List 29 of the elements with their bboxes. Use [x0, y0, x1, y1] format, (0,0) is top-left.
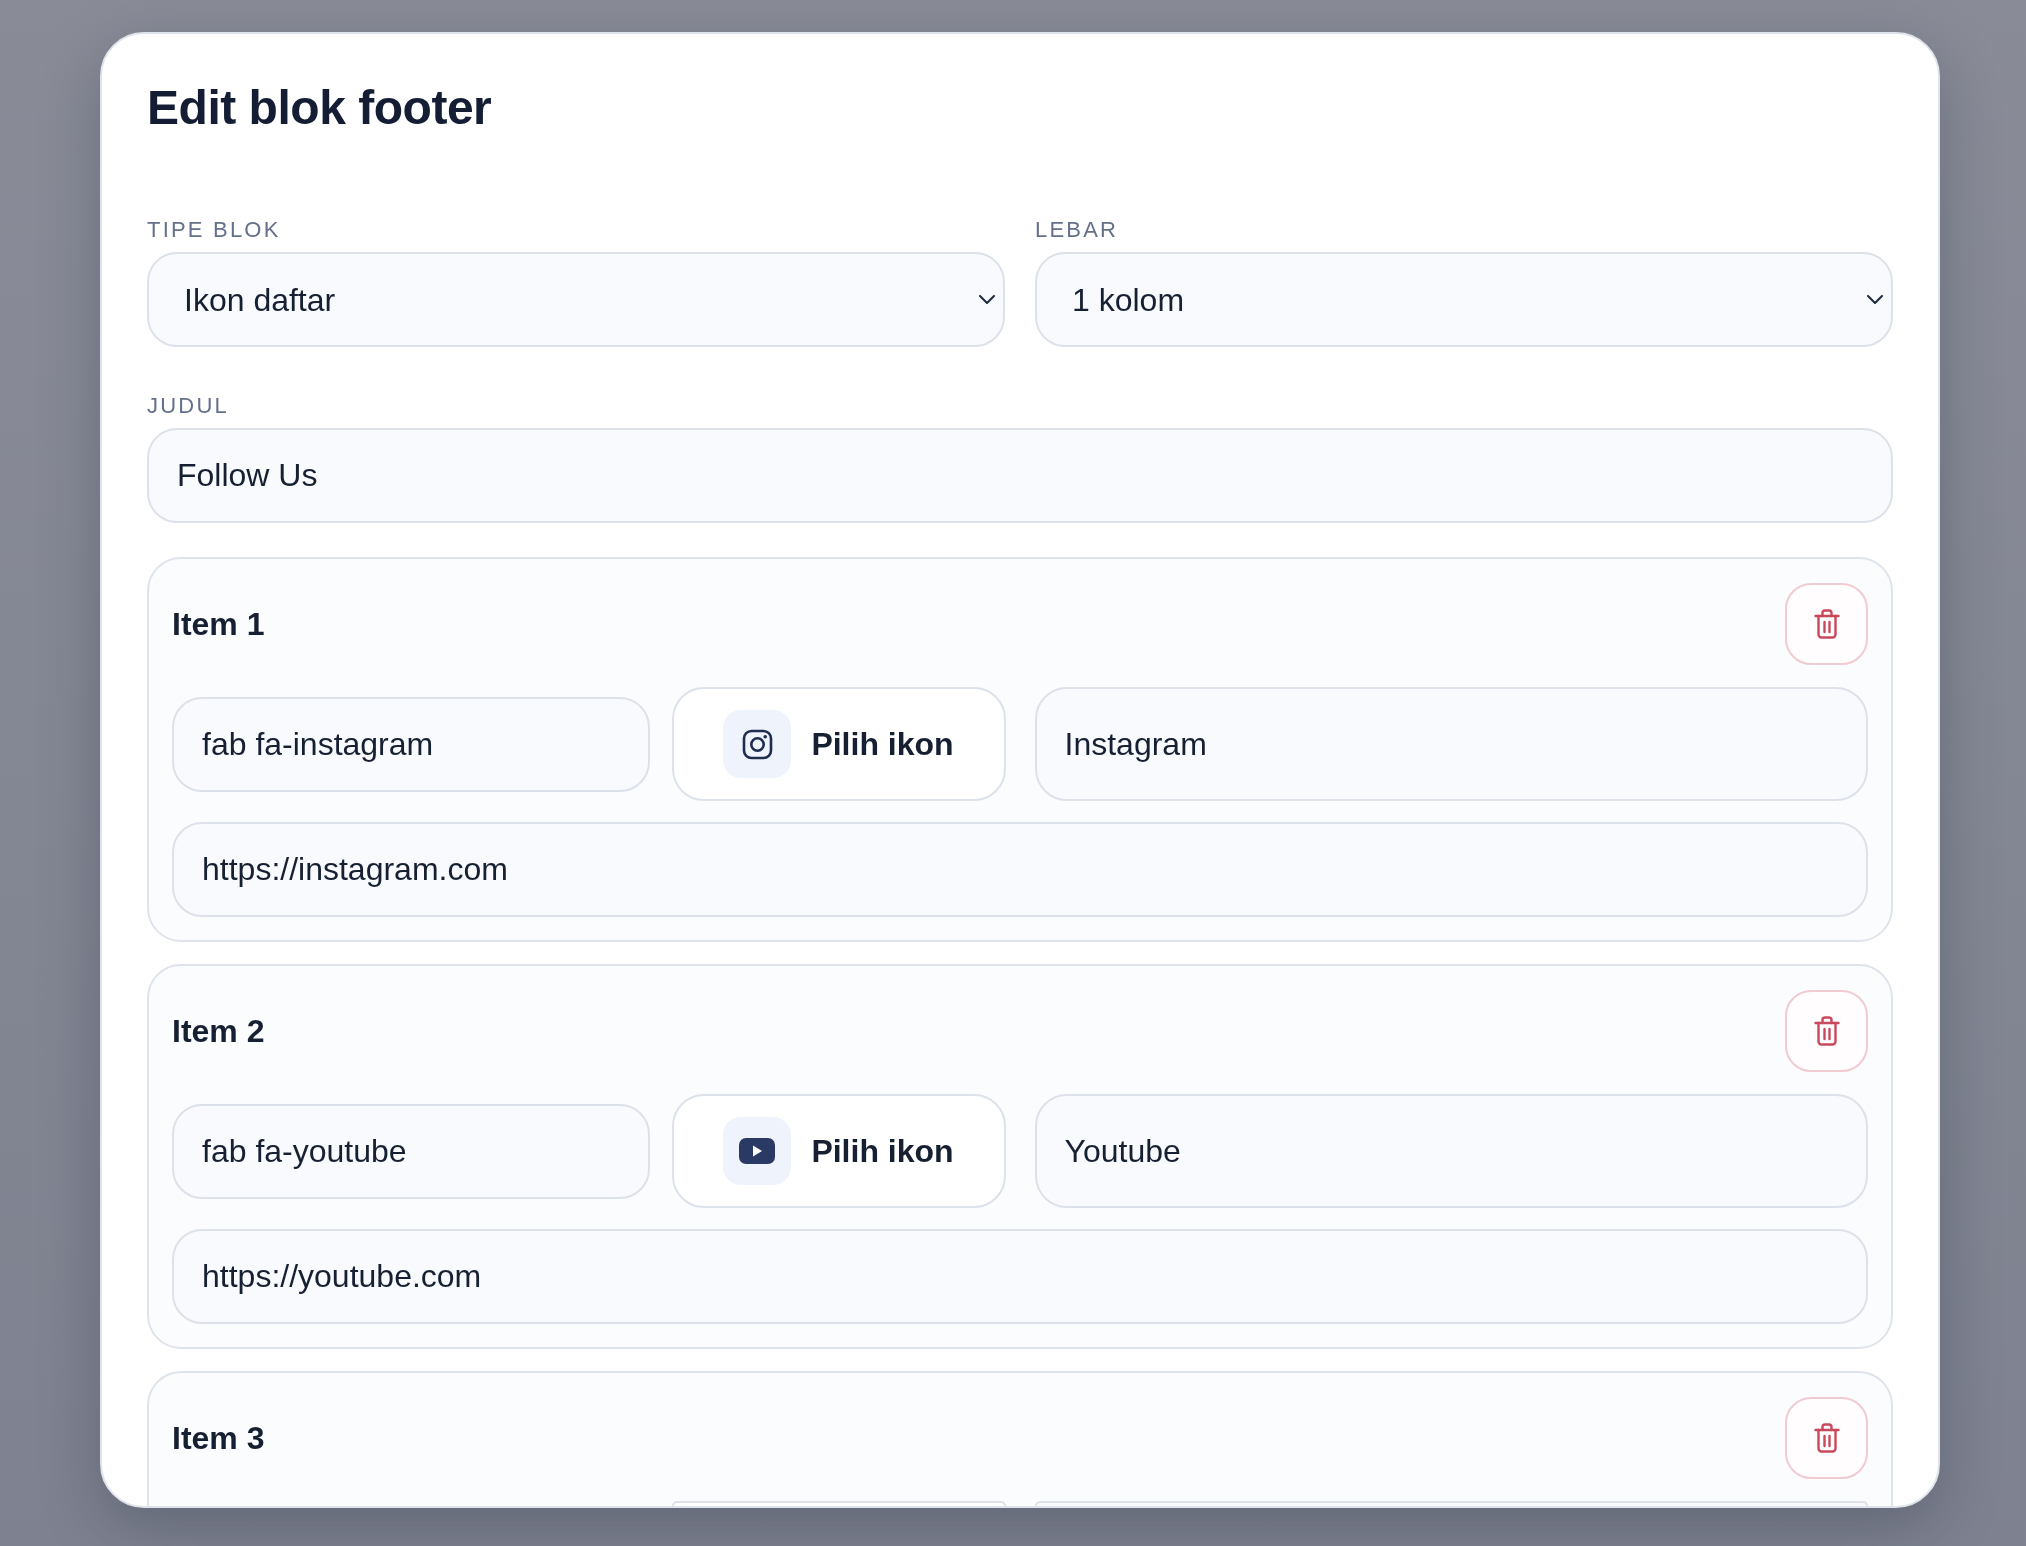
- delete-button[interactable]: [1785, 990, 1868, 1072]
- trash-icon: [1813, 609, 1840, 639]
- text-field[interactable]: Follow Us: [147, 428, 1893, 523]
- delete-button[interactable]: [1785, 1397, 1868, 1479]
- item-title: Item 2: [172, 1012, 265, 1051]
- url-field[interactable]: https://youtube.com: [172, 1229, 1868, 1324]
- item-title: Item 3: [172, 1419, 265, 1458]
- icon-picker-button[interactable]: Pilih ikon: [671, 687, 1006, 801]
- item-title: Item 1: [172, 605, 265, 644]
- label-field[interactable]: [1034, 1501, 1868, 1506]
- play-icon: [723, 1117, 792, 1185]
- select-field[interactable]: 1 kolom: [1035, 252, 1893, 347]
- camera-icon: [723, 710, 792, 778]
- field-label: JUDUL: [147, 393, 230, 419]
- trash-icon: [1813, 1423, 1840, 1453]
- field-label: TIPE BLOK: [147, 217, 282, 243]
- delete-button[interactable]: [1785, 583, 1868, 665]
- icon-class-field[interactable]: fab fa-instagram: [172, 696, 650, 792]
- field-label: LEBAR: [1035, 217, 1120, 243]
- label-field[interactable]: Youtube: [1034, 1094, 1868, 1208]
- url-field[interactable]: https://instagram.com: [172, 822, 1868, 917]
- icon-class-field[interactable]: fab fa-youtube: [172, 1103, 650, 1199]
- trash-icon: [1813, 1016, 1840, 1046]
- dialog-title: Edit blok footer: [147, 80, 493, 136]
- icon-picker-button[interactable]: Pilih ikon: [671, 1094, 1006, 1208]
- chevron-down-icon: [1867, 295, 1883, 304]
- select-field[interactable]: Ikon daftar: [147, 252, 1005, 347]
- chevron-down-icon: [979, 295, 995, 304]
- label-field[interactable]: Instagram: [1034, 687, 1868, 801]
